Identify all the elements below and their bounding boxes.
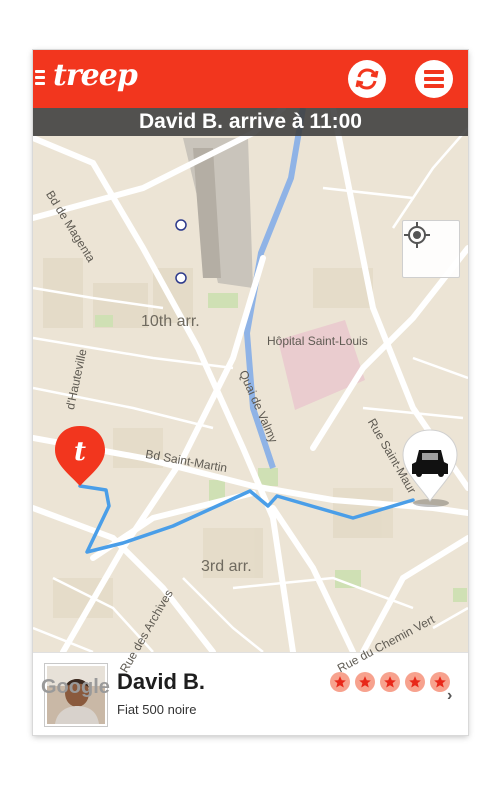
rating-stars <box>330 672 450 692</box>
sync-button[interactable] <box>348 60 386 98</box>
menu-button[interactable] <box>415 60 453 98</box>
app-logo: treep <box>53 58 138 93</box>
sync-icon <box>355 68 379 90</box>
map-label: 3rd arr. <box>201 558 252 575</box>
drawer-handle-icon[interactable] <box>35 70 45 86</box>
car-model: Fiat 500 noire <box>117 702 197 717</box>
locate-icon <box>404 222 430 248</box>
arrival-banner: David B. arrive à 11:00 <box>33 108 468 136</box>
map-label: Hôpital Saint-Louis <box>267 334 368 348</box>
chevron-right-icon[interactable]: › <box>447 687 452 705</box>
menu-icon <box>424 70 444 88</box>
star-icon <box>355 672 375 692</box>
star-icon <box>380 672 400 692</box>
phone-screen: t Bd de Magenta 10th arr. Hôpital Saint-… <box>33 50 468 735</box>
star-icon <box>330 672 350 692</box>
star-icon <box>405 672 425 692</box>
map-view[interactable]: t Bd de Magenta 10th arr. Hôpital Saint-… <box>33 108 468 698</box>
map-label: 10th arr. <box>141 313 200 330</box>
google-attribution: Google <box>41 676 110 698</box>
svg-text:t: t <box>74 437 86 467</box>
app-header: treep <box>33 50 468 108</box>
locate-button[interactable] <box>402 220 460 278</box>
